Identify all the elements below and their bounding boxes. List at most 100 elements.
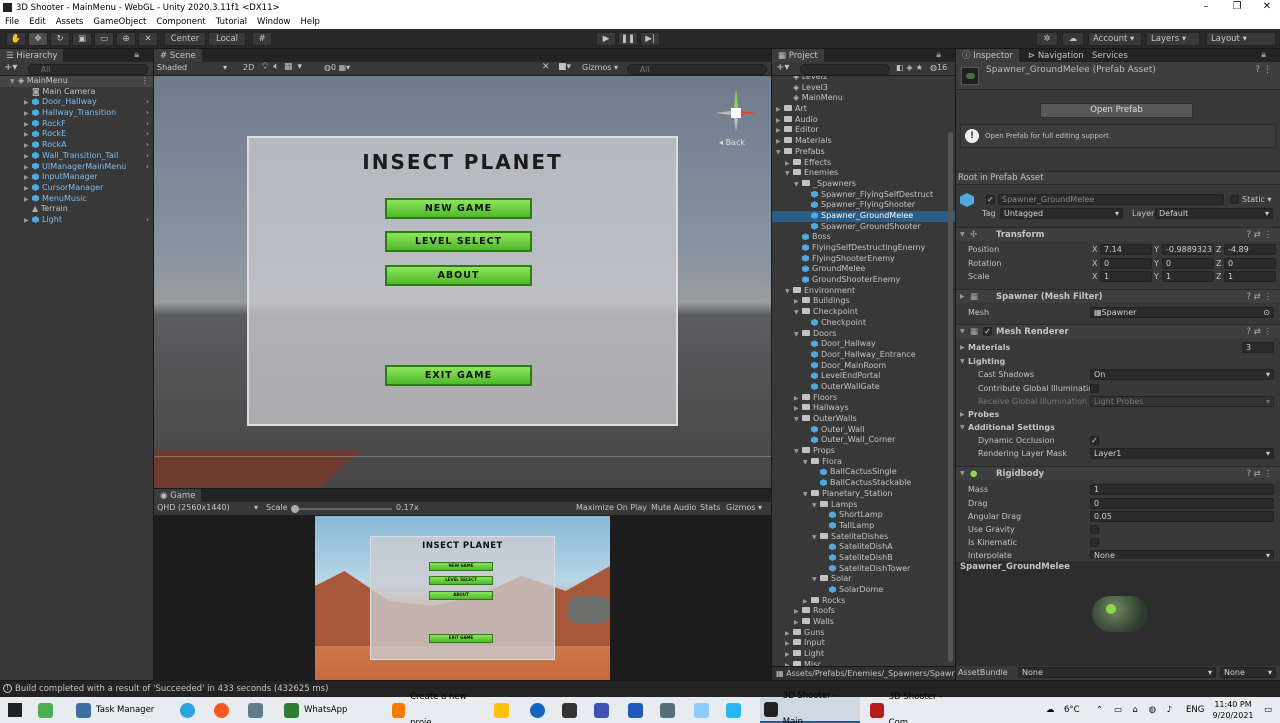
dynamic-occlusion-checkbox[interactable]: ✓	[1090, 436, 1099, 445]
open-prefab-arrow-icon[interactable]: ›	[146, 119, 149, 130]
project-folder[interactable]: ▶ Roofs	[772, 606, 955, 617]
project-folder[interactable]: ▼ Environment	[772, 286, 955, 297]
hierarchy-item[interactable]: ▶ CursorManager	[0, 183, 153, 194]
preview-area[interactable]	[956, 574, 1280, 666]
rigidbody-menu-icon[interactable]: ? ⇄ ⋮	[1246, 467, 1272, 481]
project-folder[interactable]: ▼ Props	[772, 446, 955, 457]
project-folder[interactable]: ▶ Misc	[772, 660, 955, 666]
weather-temp[interactable]: 6°C	[1064, 697, 1080, 723]
project-folder[interactable]: ▶ Art	[772, 104, 955, 115]
minimize-button[interactable]: –	[1191, 0, 1221, 15]
transform-x-field[interactable]: 1	[1100, 271, 1152, 282]
account-dropdown[interactable]: Account ▾	[1088, 32, 1142, 46]
status-message[interactable]: Build completed with a result of 'Succee…	[15, 681, 328, 697]
project-asset[interactable]: ◈ Level3	[772, 83, 955, 94]
project-asset[interactable]: Door_MainRoom	[772, 361, 955, 372]
hierarchy-item[interactable]: ▶ Door_Hallway ›	[0, 97, 153, 108]
mesh-field[interactable]: ▦Spawner ⊙	[1090, 307, 1274, 318]
project-folder[interactable]: ▼ Doors	[772, 329, 955, 340]
project-lock-icon[interactable]: 🔒︎	[936, 50, 941, 60]
close-button[interactable]: ✕	[1252, 0, 1280, 15]
taskbar-item[interactable]: WhatsApp	[280, 697, 380, 723]
rigidbody-value-field[interactable]: 1	[1090, 484, 1274, 495]
project-asset[interactable]: FlyingShooterEnemy	[772, 254, 955, 265]
transform-y-field[interactable]: 0	[1162, 257, 1214, 269]
open-prefab-arrow-icon[interactable]: ›	[146, 97, 149, 108]
project-folder[interactable]: ▼ OuterWalls	[772, 414, 955, 425]
hierarchy-item[interactable]: ▶ RockA ›	[0, 140, 153, 151]
hierarchy-item[interactable]: ▶ MenuMusic	[0, 194, 153, 205]
menu-item-tutorial[interactable]: Tutorial	[216, 17, 247, 27]
transform-z-field[interactable]: 1	[1224, 271, 1276, 282]
project-asset[interactable]: Spawner_FlyingShooter	[772, 200, 955, 211]
stats-toggle[interactable]: Stats	[700, 503, 720, 512]
rotate-tool-icon[interactable]: ↻	[50, 32, 70, 46]
project-folder[interactable]: ▶ Materials	[772, 136, 955, 147]
game-level-select-button[interactable]: LEVEL SELECT	[429, 576, 493, 585]
open-prefab-button[interactable]: Open Prefab	[1040, 103, 1193, 118]
tab-scene[interactable]: # Scene	[154, 49, 202, 63]
game-new-game-button[interactable]: NEW GAME	[429, 562, 493, 571]
project-asset[interactable]: ◈ MainMenu	[772, 93, 955, 104]
tab-inspector[interactable]: ⓘ Inspector	[956, 49, 1019, 63]
input-language[interactable]: ENG	[1186, 697, 1204, 723]
menu-item-assets[interactable]: Assets	[56, 17, 84, 27]
start-button[interactable]	[8, 697, 22, 723]
layer-mask-dropdown[interactable]: Layer1 ▾	[1090, 448, 1274, 459]
scene-menu-icon[interactable]: ⋮	[141, 76, 149, 87]
project-asset[interactable]: ShortLamp	[772, 510, 955, 521]
orientation-gizmo[interactable]	[714, 82, 758, 138]
project-folder[interactable]: ▼ Solar	[772, 574, 955, 585]
maximize-button[interactable]: ❐	[1222, 0, 1252, 15]
hierarchy-search-input[interactable]: All	[28, 64, 148, 75]
additional-settings-row[interactable]: ▼ Additional Settings	[958, 421, 1280, 434]
cast-shadows-dropdown[interactable]: On ▾	[1090, 369, 1274, 380]
clock[interactable]: 11:40 PM 9/20/2021	[1208, 699, 1258, 721]
transform-x-field[interactable]: 0	[1100, 257, 1152, 269]
project-asset[interactable]: Door_Hallway_Entrance	[772, 350, 955, 361]
project-folder[interactable]: ▼ Prefabs	[772, 147, 955, 158]
hierarchy-item[interactable]: ▲ Terrain	[0, 204, 153, 215]
camera-icon[interactable]: ■▾	[558, 62, 571, 72]
taskbar-item[interactable]: 3D Shooter – Com...	[866, 692, 966, 723]
tag-dropdown[interactable]: Untagged ▾	[1000, 208, 1123, 219]
mute-audio-toggle[interactable]: Mute Audio	[651, 503, 696, 512]
project-folder[interactable]: ▶ Buildings	[772, 296, 955, 307]
project-asset[interactable]: LevelEndPortal	[772, 371, 955, 382]
project-asset[interactable]: Spawner_GroundShooter	[772, 222, 955, 233]
transform-y-field[interactable]: -0.9889323	[1162, 244, 1214, 255]
hand-tool-icon[interactable]: ✋	[6, 32, 26, 46]
scene-view-toggles[interactable]: 💡︎🔈︎▦▾	[262, 62, 307, 72]
interpolate-dropdown[interactable]: None ▾	[1090, 550, 1274, 559]
materials-row[interactable]: ▶ Materials 3	[958, 341, 1280, 354]
step-button[interactable]: ▶|	[640, 32, 660, 46]
open-prefab-arrow-icon[interactable]: ›	[146, 108, 149, 119]
taskbar-item[interactable]: Task Manager	[72, 697, 172, 723]
open-prefab-arrow-icon[interactable]: ›	[146, 162, 149, 173]
hierarchy-item[interactable]: ◙ Main Camera	[0, 87, 153, 98]
expand-arrow-icon[interactable]: ▶	[24, 216, 32, 227]
tab-navigation[interactable]: ⊳ Navigation	[1022, 49, 1090, 63]
static-dropdown[interactable]: Static ▾	[1242, 195, 1271, 204]
inspector-help-icon[interactable]: ? ⋮	[1255, 65, 1272, 75]
hierarchy-item[interactable]: ▶ RockE ›	[0, 129, 153, 140]
project-hidden-count[interactable]: ◍16	[930, 63, 947, 72]
grid-snap-icon[interactable]: #	[252, 32, 272, 46]
shading-dropdown[interactable]: Shaded ▾	[157, 63, 233, 72]
hierarchy-item[interactable]: ▶ Wall_Transition_Tall ›	[0, 151, 153, 162]
taskbar-app4[interactable]	[494, 697, 509, 723]
menu-item-window[interactable]: Window	[257, 17, 291, 27]
project-asset[interactable]: BallCactusStackable	[772, 478, 955, 489]
project-asset[interactable]: GroundShooterEnemy	[772, 275, 955, 286]
project-asset[interactable]: SolarDome	[772, 585, 955, 596]
expand-arrow-icon[interactable]: ▶	[785, 661, 793, 666]
project-asset[interactable]: Door_Hallway	[772, 339, 955, 350]
assetbundle-dropdown[interactable]: None ▾	[1018, 667, 1216, 678]
taskbar-app3[interactable]	[248, 697, 263, 723]
project-folder[interactable]: ▶ Editor	[772, 125, 955, 136]
pause-button[interactable]: ❚❚	[618, 32, 638, 46]
open-prefab-arrow-icon[interactable]: ›	[146, 215, 149, 226]
project-asset[interactable]: TallLamp	[772, 521, 955, 532]
transform-tool-icon[interactable]: ⊕	[116, 32, 136, 46]
project-folder[interactable]: ▶ Hallways	[772, 403, 955, 414]
